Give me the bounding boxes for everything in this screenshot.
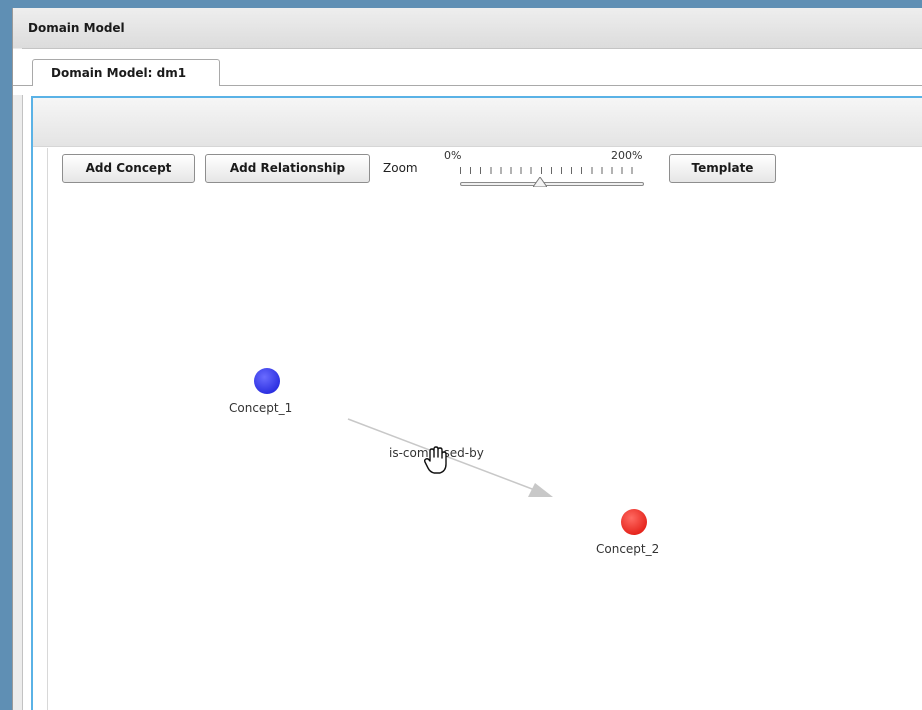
zoom-slider-ticks	[460, 167, 642, 174]
domain-model-window: Domain Model Domain Model: dm1	[12, 8, 922, 710]
add-concept-button[interactable]: Add Concept	[62, 154, 195, 183]
left-border	[13, 48, 23, 710]
diagram-canvas[interactable]	[47, 148, 922, 710]
zoom-label: Zoom	[383, 161, 418, 175]
hand-grab-icon	[423, 446, 447, 474]
zoom-min-label: 0%	[444, 149, 462, 162]
tab-domain-model-dm1[interactable]: Domain Model: dm1	[32, 59, 220, 86]
zoom-slider-track[interactable]	[460, 182, 644, 186]
editor-header-bar	[33, 98, 922, 147]
tab-label: Domain Model: dm1	[51, 66, 187, 80]
zoom-slider-thumb[interactable]	[533, 177, 547, 187]
editor-frame	[31, 96, 922, 710]
window-title-bar: Domain Model	[13, 8, 922, 49]
concept-2-label[interactable]: Concept_2	[596, 542, 659, 556]
tab-strip: Domain Model: dm1	[13, 49, 922, 95]
window-title: Domain Model	[28, 21, 125, 35]
concept-1-label[interactable]: Concept_1	[229, 401, 292, 415]
add-relationship-button[interactable]: Add Relationship	[205, 154, 370, 183]
template-button[interactable]: Template	[669, 154, 776, 183]
concept-1-node[interactable]	[254, 368, 280, 394]
concept-2-node[interactable]	[621, 509, 647, 535]
zoom-max-label: 200%	[611, 149, 643, 162]
